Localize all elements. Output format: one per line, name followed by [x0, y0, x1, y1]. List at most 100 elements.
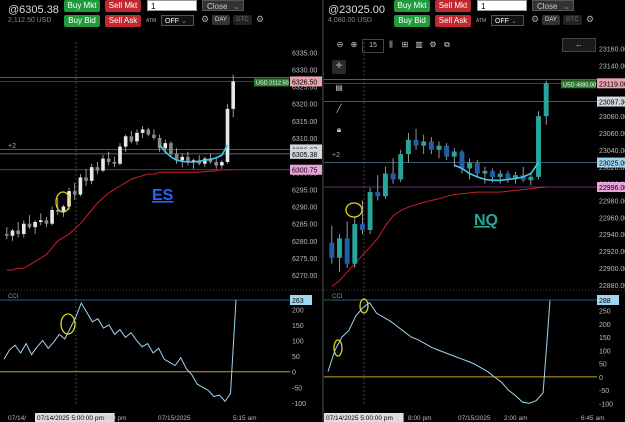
price-tick-label: 6270.00 — [292, 273, 317, 280]
price-tick-label: 6310.00 — [292, 136, 317, 143]
cci-value: 263 — [292, 298, 304, 305]
cci-label: CCI — [332, 294, 343, 300]
price-label: 6305.38 — [292, 152, 317, 159]
candle-body — [5, 234, 9, 236]
candle-body — [112, 162, 117, 164]
candle-body — [375, 192, 381, 197]
candle-body — [359, 224, 365, 230]
candle-body — [152, 134, 156, 138]
price-tick-label: 6330.00 — [292, 67, 317, 74]
time-label: 07/14/2025 5:00:00 pm — [37, 415, 104, 422]
candle-body — [106, 158, 111, 162]
cci-tick-label: 50 — [599, 362, 607, 369]
candle-body — [44, 220, 49, 224]
es-chart[interactable]: 6335.006330.006325.006320.006315.006310.… — [0, 0, 323, 422]
price-label: 6326.50 — [292, 79, 317, 86]
candle-body — [21, 223, 26, 234]
price-tick-label: 23140.00 — [599, 64, 625, 71]
interval-select[interactable]: 15 — [362, 39, 384, 53]
candle-body — [10, 230, 15, 236]
candle-body — [27, 223, 32, 228]
cci-tick-label: 200 — [292, 307, 304, 314]
candle-body — [169, 143, 173, 154]
candle-body — [163, 143, 168, 149]
cci-label: CCI — [8, 294, 19, 300]
zoom-out-icon[interactable]: ⊖ — [334, 39, 346, 51]
position-qty: +2 — [8, 143, 16, 150]
cci-tick-label: 150 — [599, 335, 611, 342]
crosshair-icon[interactable]: ✛ — [332, 60, 346, 74]
price-tick-label: 23060.00 — [599, 131, 625, 138]
nq-chart[interactable]: 23160.0023140.0023120.0023100.0023080.00… — [324, 0, 625, 422]
time-label: 07/15/2025 — [458, 415, 491, 422]
copy-icon[interactable]: ⧉ — [442, 39, 452, 51]
candle-body — [231, 81, 235, 109]
chart-title: ES — [152, 187, 174, 204]
price-tick-label: 23040.00 — [599, 148, 625, 155]
bars-icon[interactable]: ⫼ — [386, 39, 396, 51]
candle-body — [528, 176, 534, 181]
price-tick-label: 22900.00 — [599, 266, 625, 273]
candle-body — [352, 224, 358, 264]
candle-body — [118, 146, 122, 164]
time-label: 07/14/2025 5:00:00 pm — [326, 415, 393, 422]
candle-body — [61, 206, 66, 212]
candle-body — [497, 173, 503, 177]
candle-body — [536, 116, 541, 177]
candle-body — [140, 129, 145, 133]
zoom-in-icon[interactable]: ⊕ — [348, 39, 360, 51]
settings-icon[interactable]: ⚙ — [428, 39, 438, 51]
price-tick-label: 22980.00 — [599, 198, 625, 205]
candle-body — [225, 108, 230, 162]
cci-value: 288 — [599, 298, 611, 305]
indicators-icon[interactable]: ⊞ — [400, 39, 410, 51]
highlight-circle — [345, 202, 363, 218]
price-tick-label: 22960.00 — [599, 215, 625, 222]
time-label: 07/15/2025 — [158, 415, 191, 422]
cci-tick-label: -50 — [292, 385, 302, 392]
candle-body — [16, 230, 20, 234]
position-tag-label: USD 2112.50 — [256, 80, 289, 86]
price-tick-label: 6320.00 — [292, 102, 317, 109]
draw-line-icon[interactable]: ╱ — [332, 103, 346, 115]
price-tick-label: 23080.00 — [599, 114, 625, 121]
candle-body — [367, 192, 373, 230]
candle-body — [444, 145, 450, 157]
cci-tick-label: 100 — [292, 339, 304, 346]
candle-body — [33, 222, 37, 228]
cci-line — [327, 300, 551, 404]
candle-body — [398, 154, 404, 180]
candle-body — [129, 136, 134, 142]
time-label: 6:45 am — [581, 415, 605, 422]
vwap-curve — [453, 162, 540, 182]
candle-body — [436, 145, 442, 150]
candle-body — [89, 167, 94, 181]
price-tick-label: 6275.00 — [292, 256, 317, 263]
candle-body — [180, 156, 185, 161]
interval-value: 15 — [369, 42, 377, 49]
price-label: 6300.75 — [292, 168, 317, 175]
price-tick-label: 22940.00 — [599, 232, 625, 239]
lock-icon[interactable]: 🔒︎ — [332, 124, 346, 136]
candle-body — [405, 139, 411, 155]
candle-body — [474, 162, 480, 174]
cci-tick-label: -100 — [292, 401, 306, 408]
candle-body — [421, 141, 427, 146]
price-tick-label: 6295.00 — [292, 187, 317, 194]
price-tick-label: 6290.00 — [292, 205, 317, 212]
candle-body — [482, 170, 488, 174]
candle-body — [101, 158, 105, 171]
candle-body — [146, 129, 151, 135]
cci-tick-label: 0 — [292, 370, 296, 377]
template-icon[interactable]: ▥ — [414, 39, 424, 51]
back-button[interactable]: ← — [562, 38, 596, 52]
candle-body — [451, 151, 457, 157]
price-tick-label: 6280.00 — [292, 239, 317, 246]
candle-body — [467, 162, 473, 169]
list-icon[interactable]: ▤ — [332, 82, 346, 94]
time-label: 5:15 am — [233, 415, 257, 422]
candle-body — [84, 177, 88, 181]
price-tick-label: 22920.00 — [599, 249, 625, 256]
cci-tick-label: 100 — [599, 348, 611, 355]
price-label: 23097.36 — [599, 100, 625, 107]
